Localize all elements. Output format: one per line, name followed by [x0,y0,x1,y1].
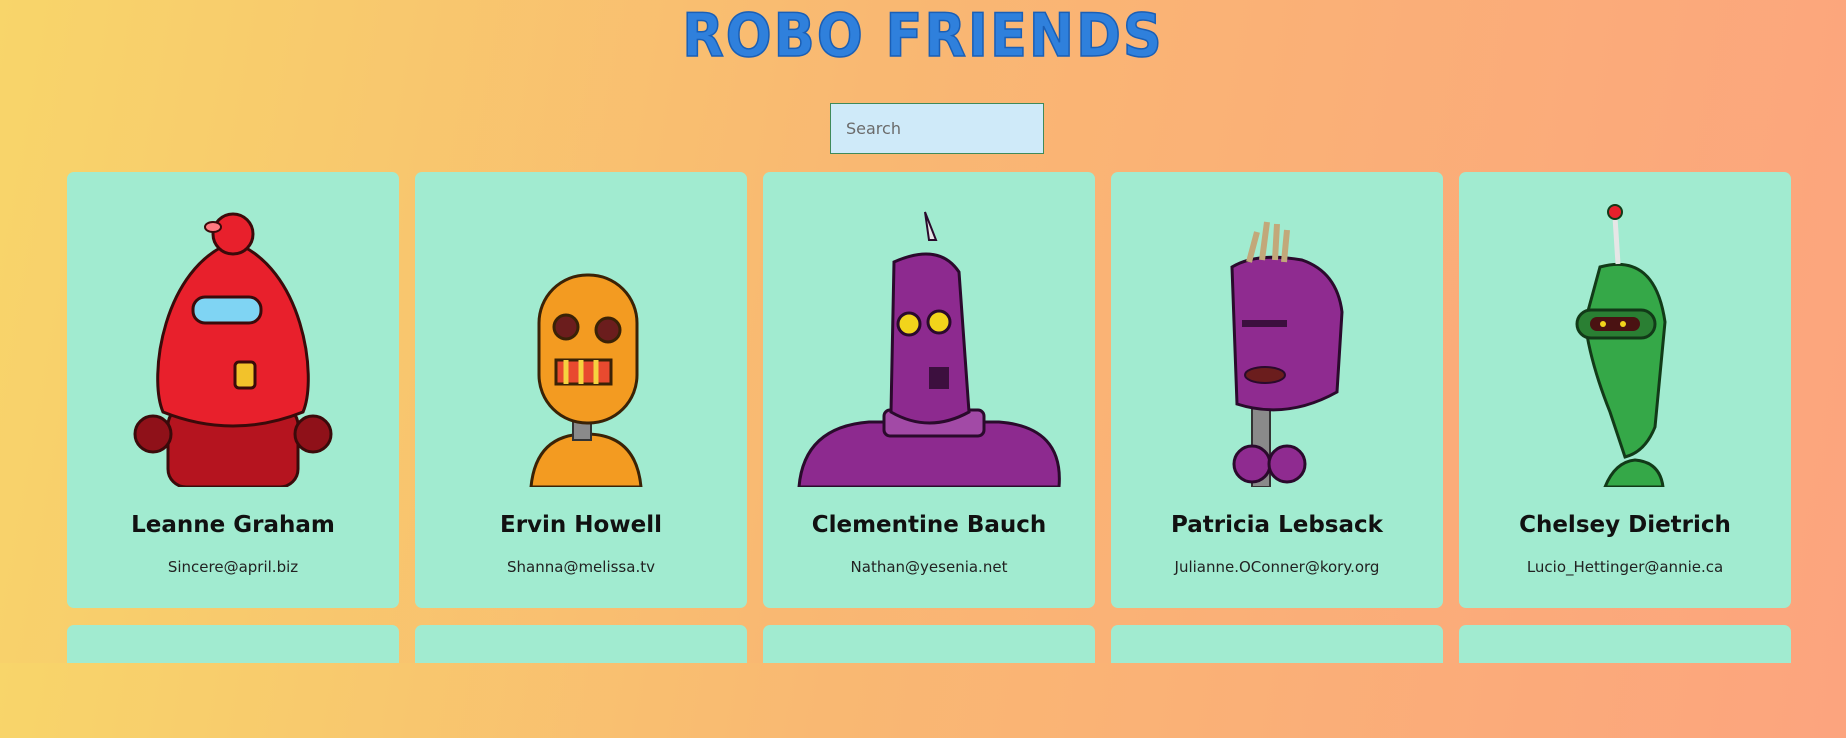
robot-email: Shanna@melissa.tv [507,558,655,576]
robot-card[interactable]: Clementine Bauch Nathan@yesenia.net [763,172,1095,608]
robot-avatar [93,172,373,487]
robot-card[interactable]: Ervin Howell Shanna@melissa.tv [415,172,747,608]
robot-email: Sincere@april.biz [167,558,299,576]
robot-avatar [441,172,721,487]
app-title: ROBO FRIENDS [681,1,1164,71]
robot-card[interactable]: Chelsey Dietrich Lucio_Hettinger@annie.c… [1459,172,1791,608]
robot-name: Chelsey Dietrich [1519,512,1731,538]
page-background-band [0,663,1846,738]
search-input[interactable] [830,103,1044,154]
robot-avatar [1137,172,1417,487]
robot-avatar [1485,172,1765,487]
robot-card[interactable]: Patricia Lebsack Julianne.OConner@kory.o… [1111,172,1443,608]
robot-email: Lucio_Hettinger@annie.ca [1526,558,1724,576]
robot-email: Julianne.OConner@kory.org [1174,558,1380,576]
robot-name: Clementine Bauch [811,512,1047,538]
robot-name: Ervin Howell [500,512,662,538]
robot-name: Patricia Lebsack [1171,512,1383,538]
robot-avatar [789,172,1069,487]
robot-card[interactable]: Leanne Graham Sincere@april.biz [67,172,399,608]
robot-name: Leanne Graham [131,512,335,538]
robot-email: Nathan@yesenia.net [850,558,1008,576]
